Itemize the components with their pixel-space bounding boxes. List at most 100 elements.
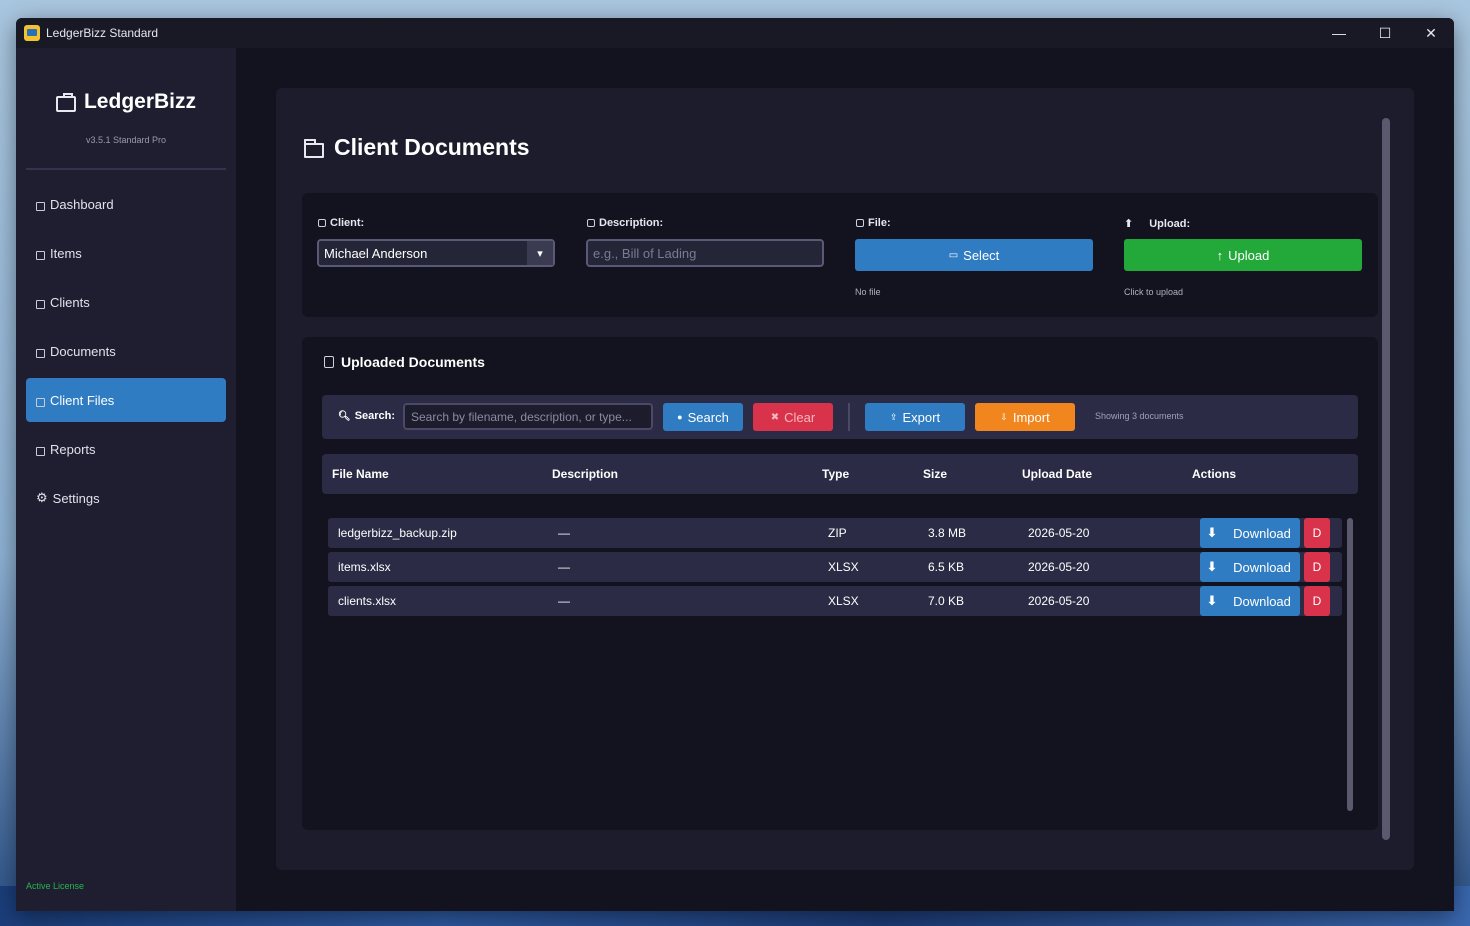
client-select-value: Michael Anderson (324, 245, 428, 261)
upload-hint: Click to upload (1124, 287, 1184, 297)
file-type: XLSX (828, 594, 859, 608)
content-panel: Client Documents Client: Michael Anderso… (276, 88, 1414, 870)
file-type: XLSX (828, 560, 859, 574)
user-icon (318, 219, 326, 227)
clear-button[interactable]: ✖ Clear (753, 403, 833, 431)
download-label: Download (1233, 559, 1291, 575)
sidebar-item-items[interactable]: Items (26, 231, 226, 275)
file-status: No file (855, 287, 881, 297)
description-label-text: Description: (599, 217, 664, 229)
folder-open-icon: ▭ (948, 249, 959, 261)
page-scrollbar[interactable] (1382, 118, 1390, 840)
app-window: LedgerBizz Standard — ☐ ✕ LedgerBizz v3.… (16, 18, 1454, 911)
download-button[interactable]: ⬇ Download (1200, 552, 1300, 582)
download-icon: ⬇ (1206, 525, 1218, 540)
file-name: clients.xlsx (338, 594, 397, 608)
table-row[interactable]: clients.xlsx — XLSX 7.0 KB 2026-05-20 ⬇ … (328, 586, 1342, 616)
sidebar-item-dashboard[interactable]: Dashboard (26, 182, 226, 226)
file-description: — (558, 526, 570, 540)
upload-date: 2026-05-20 (1028, 560, 1090, 574)
sidebar-item-documents[interactable]: Documents (26, 329, 226, 373)
table-row[interactable]: items.xlsx — XLSX 6.5 KB 2026-05-20 ⬇ Do… (328, 552, 1342, 582)
upload-label: ⬆ Upload: (1124, 217, 1190, 231)
sidebar-item-label: Documents (50, 343, 116, 359)
import-icon: ⇩ (1000, 411, 1008, 422)
column-header: Size (923, 467, 948, 481)
upload-date: 2026-05-20 (1028, 594, 1090, 608)
sidebar-item-label: Dashboard (50, 196, 114, 212)
download-button[interactable]: ⬇ Download (1200, 586, 1300, 616)
brand-name: LedgerBizz (83, 90, 196, 113)
file-label-text: File: (868, 217, 891, 229)
description-placeholder: e.g., Bill of Lading (593, 245, 697, 261)
sidebar-item-label: Items (50, 245, 82, 261)
export-button[interactable]: ⇪ Export (865, 403, 965, 431)
search-button[interactable]: ● Search (663, 403, 743, 431)
select-file-button[interactable]: ▭ Select (855, 239, 1093, 271)
column-header: Actions (1192, 467, 1237, 481)
briefcase-icon (55, 93, 76, 112)
search-label-text: Search: (354, 410, 396, 422)
minimize-button[interactable]: — (1316, 18, 1362, 48)
sidebar-item-label: Settings (52, 490, 100, 506)
file-description: — (558, 594, 570, 608)
file-type: ZIP (828, 526, 847, 540)
import-button-label: Import (1012, 409, 1050, 425)
file-label: File: (856, 217, 891, 229)
chevron-down-icon[interactable]: ▾ (527, 241, 553, 265)
sidebar-item-client-files[interactable]: Client Files (26, 378, 226, 422)
documents-icon (36, 348, 45, 358)
section-title: Uploaded Documents (324, 354, 485, 370)
sidebar-item-reports[interactable]: Reports (26, 427, 226, 471)
search-placeholder: Search by filename, description, or type… (411, 409, 632, 424)
file-icon (856, 219, 864, 227)
folder-icon (36, 397, 45, 407)
page-title: Client Documents (304, 134, 530, 161)
sidebar-item-label: Clients (50, 294, 90, 310)
license-status: Active License (26, 881, 85, 891)
client-label: Client: (318, 217, 364, 229)
table-scrollbar[interactable] (1347, 518, 1353, 811)
search-icon: ● (677, 412, 683, 422)
items-icon (36, 250, 45, 260)
sidebar-item-label: Client Files (50, 392, 115, 408)
client-select[interactable]: Michael Anderson ▾ (317, 239, 555, 267)
delete-button[interactable]: D (1304, 552, 1330, 582)
delete-button[interactable]: D (1304, 518, 1330, 548)
page-title-text: Client Documents (334, 134, 530, 160)
table-header: File Name Description Type Size Upload D… (322, 454, 1358, 494)
import-button[interactable]: ⇩ Import (975, 403, 1075, 431)
file-size: 7.0 KB (928, 594, 965, 608)
search-input[interactable]: Search by filename, description, or type… (403, 403, 653, 430)
reports-icon (36, 446, 45, 456)
section-title-text: Uploaded Documents (341, 354, 485, 370)
sidebar: LedgerBizz v3.5.1 Standard Pro Dashboard… (16, 48, 236, 911)
description-label: Description: (587, 217, 663, 229)
window-title: LedgerBizz Standard (46, 26, 159, 40)
dashboard-icon (36, 201, 45, 211)
column-header: Description (552, 467, 619, 481)
file-size: 6.5 KB (928, 560, 965, 574)
download-label: Download (1233, 525, 1291, 541)
uploaded-documents-card: Uploaded Documents 🔍︎ Search: Search by … (302, 337, 1378, 830)
description-input[interactable]: e.g., Bill of Lading (586, 239, 824, 267)
sidebar-item-settings[interactable]: ⚙ Settings (26, 476, 226, 520)
download-button[interactable]: ⬇ Download (1200, 518, 1300, 548)
upload-button[interactable]: ↑ Upload (1124, 239, 1362, 271)
table-row[interactable]: ledgerbizz_backup.zip — ZIP 3.8 MB 2026-… (328, 518, 1342, 548)
app-version: v3.5.1 Standard Pro (85, 135, 167, 145)
maximize-button[interactable]: ☐ (1362, 18, 1408, 48)
export-icon: ⇪ (889, 411, 898, 422)
sidebar-item-clients[interactable]: Clients (26, 280, 226, 324)
edit-icon (587, 219, 595, 227)
sidebar-divider (26, 168, 226, 170)
close-icon: ✖ (770, 411, 780, 423)
search-icon: 🔍︎ (338, 410, 351, 422)
download-icon: ⬇ (1206, 559, 1218, 574)
close-button[interactable]: ✕ (1408, 18, 1454, 48)
upload-button-label: Upload (1228, 247, 1270, 263)
upload-arrow-icon: ⬆ (1124, 218, 1134, 230)
delete-button[interactable]: D (1304, 586, 1330, 616)
brand: LedgerBizz (16, 90, 236, 114)
toolbar-divider (848, 403, 850, 431)
